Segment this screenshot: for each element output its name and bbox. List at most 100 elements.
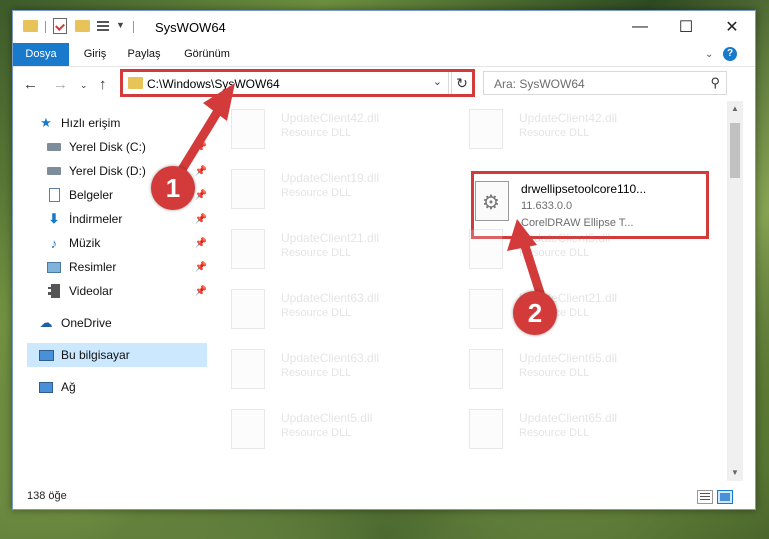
cloud-icon: ☁ [39,315,53,330]
dll-file-icon [469,289,503,329]
ribbon-expand-icon[interactable]: ⌄ [705,49,713,60]
scroll-down-icon[interactable]: ▼ [727,465,743,481]
file-description: Resource DLL [519,247,590,259]
help-icon[interactable]: ? [723,47,737,61]
forward-arrow-icon[interactable]: → [53,76,68,93]
dll-file-icon [469,349,503,389]
sidebar-item-label: Belgeler [69,188,114,202]
sidebar-item-label: Bu bilgisayar [61,348,130,362]
scroll-up-icon[interactable]: ▲ [727,101,743,117]
dll-file-icon [231,229,265,269]
file-description: Resource DLL [281,427,352,439]
close-button[interactable]: ✕ [709,11,755,43]
downloads-icon: ⬇ [48,211,60,226]
file-description: Resource DLL [281,307,352,319]
sidebar-item-pictures[interactable]: Resimler 📌 [45,255,207,279]
search-placeholder: Ara: SysWOW64 [494,77,585,91]
file-item[interactable]: UpdateClient42.dll Resource DLL [459,101,689,155]
pin-icon[interactable]: 📌 [195,214,207,225]
properties-icon[interactable] [53,18,67,34]
pin-icon[interactable]: 📌 [195,238,207,249]
customize-icon[interactable] [97,19,111,33]
search-icon[interactable]: ⚲ [710,75,720,91]
sidebar-item-network[interactable]: Ağ [37,375,207,399]
tab-home[interactable]: Giriş [75,43,115,66]
maximize-button[interactable]: ☐ [663,11,709,43]
file-item[interactable]: UpdateClient19.dll Resource DLL [221,161,451,215]
file-item[interactable]: UpdateClient65.dll Resource DLL [459,341,689,395]
videos-icon [45,283,63,299]
toolbar-separator [45,21,46,33]
sidebar-item-label: Ağ [61,380,76,394]
file-name: UpdateClient21.dll [281,231,380,245]
pin-icon[interactable]: 📌 [195,142,207,153]
file-description: Resource DLL [519,427,590,439]
file-item[interactable]: UpdateClient5.dll Resource DLL [459,221,689,275]
star-icon: ★ [40,115,52,130]
window-title: SysWOW64 [155,20,226,35]
file-name: UpdateClient5.dll [281,411,373,425]
sidebar-item-label: Müzik [69,236,101,250]
dll-file-icon [469,229,503,269]
sidebar-item-onedrive[interactable]: ☁ OneDrive [37,311,207,335]
file-name: UpdateClient65.dll [519,411,618,425]
dll-file-icon [469,109,503,149]
file-item[interactable]: UpdateClient65.dll Resource DLL [459,401,689,455]
recent-locations-icon[interactable]: ⌄ [80,80,88,91]
step-2-badge: 2 [513,291,557,335]
pin-icon[interactable]: 📌 [195,286,207,297]
music-icon: ♪ [50,235,58,251]
sidebar-item-videos[interactable]: Videolar 📌 [45,279,207,303]
tab-file[interactable]: Dosya [13,43,69,66]
dll-file-icon [231,409,265,449]
back-arrow-icon[interactable]: ← [23,76,38,93]
file-description: Resource DLL [281,187,352,199]
minimize-button[interactable]: — [617,11,663,43]
file-item[interactable]: UpdateClient42.dll Resource DLL [221,101,451,155]
sidebar-item-label: Resimler [69,260,117,274]
title-bar: ▼ SysWOW64 — ☐ ✕ [13,11,755,43]
item-count: 138 öğe [27,490,67,502]
dll-file-icon [231,349,265,389]
up-arrow-icon[interactable]: ↑ [99,76,107,93]
file-description: Resource DLL [519,127,590,139]
sidebar-item-downloads[interactable]: ⬇ İndirmeler 📌 [45,207,207,231]
tab-share[interactable]: Paylaş [121,43,167,66]
sidebar-item-label: İndirmeler [69,212,123,226]
scroll-thumb[interactable] [730,123,740,178]
new-folder-icon[interactable] [75,20,90,32]
file-item[interactable]: UpdateClient63.dll Resource DLL [221,341,451,395]
navigation-bar: ← → ⌄ ↑ C:\Windows\SysWOW64 ⌄ ↻ Ara: Sys… [13,68,755,100]
sidebar-item-this-pc[interactable]: Bu bilgisayar [27,343,207,367]
tiles-view-icon[interactable] [717,490,733,504]
explorer-window: ▼ SysWOW64 — ☐ ✕ Dosya Giriş Paylaş Görü… [12,10,756,510]
sidebar-item-quick-access[interactable]: ★ Hızlı erişim [37,111,207,135]
file-item[interactable]: UpdateClient21.dll Resource DLL [459,281,689,335]
file-name: UpdateClient63.dll [281,351,380,365]
sidebar-item-drive-c[interactable]: Yerel Disk (C:) 📌 [45,135,207,159]
file-item[interactable]: UpdateClient21.dll Resource DLL [221,221,451,275]
drive-icon [45,139,63,155]
navigation-pane: ★ Hızlı erişim Yerel Disk (C:) 📌 Yerel D… [13,101,209,479]
file-item[interactable]: UpdateClient5.dll Resource DLL [221,401,451,455]
file-list: UpdateClient42.dll Resource DLL UpdateCl… [221,101,726,481]
file-item[interactable]: UpdateClient63.dll Resource DLL [221,281,451,335]
search-box[interactable]: Ara: SysWOW64 ⚲ [483,71,727,95]
vertical-scrollbar[interactable]: ▲ ▼ [727,101,743,481]
step-1-badge: 1 [151,166,195,210]
file-description: Resource DLL [281,127,352,139]
status-bar: 138 öğe [13,485,755,509]
quick-access-dropdown-icon[interactable]: ▼ [116,20,125,30]
pin-icon[interactable]: 📌 [195,166,207,177]
file-name: UpdateClient42.dll [519,111,618,125]
dll-file-icon [231,289,265,329]
sidebar-item-music[interactable]: ♪ Müzik 📌 [45,231,207,255]
details-view-icon[interactable] [697,490,713,504]
pin-icon[interactable]: 📌 [195,190,207,201]
tab-view[interactable]: Görünüm [175,43,239,66]
sidebar-item-label: Videolar [69,284,113,298]
file-description: Resource DLL [281,367,352,379]
file-name: UpdateClient19.dll [281,171,380,185]
pin-icon[interactable]: 📌 [195,262,207,273]
pictures-icon [45,259,63,275]
